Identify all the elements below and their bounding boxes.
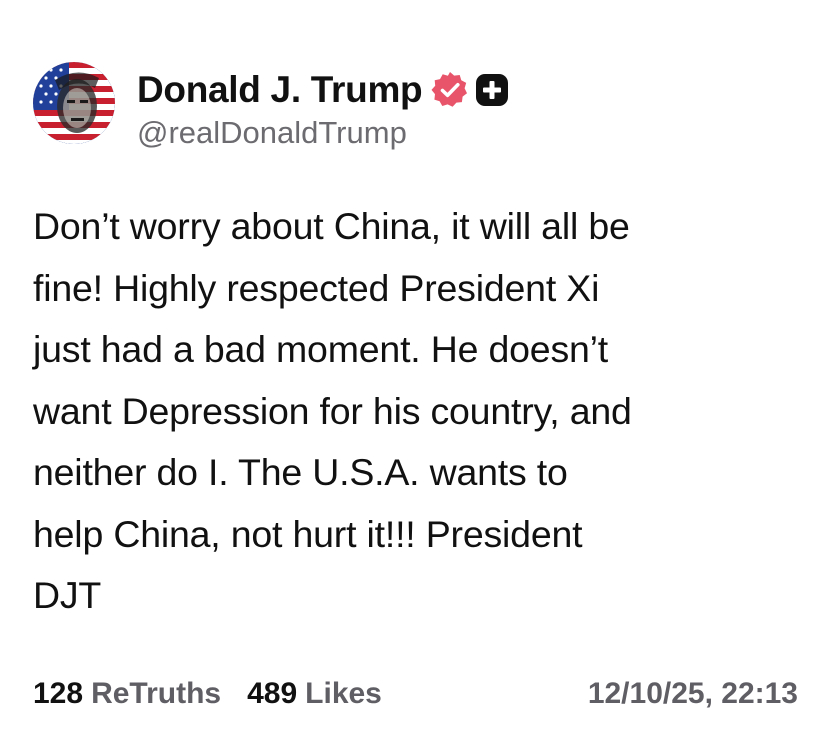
retruths-stat[interactable]: 128 ReTruths <box>33 672 221 716</box>
avatar[interactable] <box>33 62 115 144</box>
likes-count: 489 <box>247 677 298 710</box>
author-display-name[interactable]: Donald J. Trump <box>137 68 423 112</box>
likes-stat[interactable]: 489 Likes <box>247 672 382 716</box>
post-footer: 128 ReTruths 489 Likes 12/10/25, 22:13 <box>33 672 798 716</box>
name-row: Donald J. Trump <box>137 68 509 112</box>
post-card: Donald J. Trump @realDonaldTrump Don’t w… <box>0 0 828 741</box>
plus-badge-icon <box>475 73 509 107</box>
post-timestamp[interactable]: 12/10/25, 22:13 <box>588 672 798 716</box>
post-header: Donald J. Trump @realDonaldTrump <box>33 62 793 150</box>
verified-badge-icon <box>430 70 470 110</box>
retruths-count: 128 <box>33 677 84 710</box>
likes-label: Likes <box>305 677 382 710</box>
post-text: Don’t worry about China, it will all be … <box>33 205 632 616</box>
avatar-image <box>33 62 115 144</box>
author-handle[interactable]: @realDonaldTrump <box>137 115 407 151</box>
retruths-label: ReTruths <box>91 677 222 710</box>
